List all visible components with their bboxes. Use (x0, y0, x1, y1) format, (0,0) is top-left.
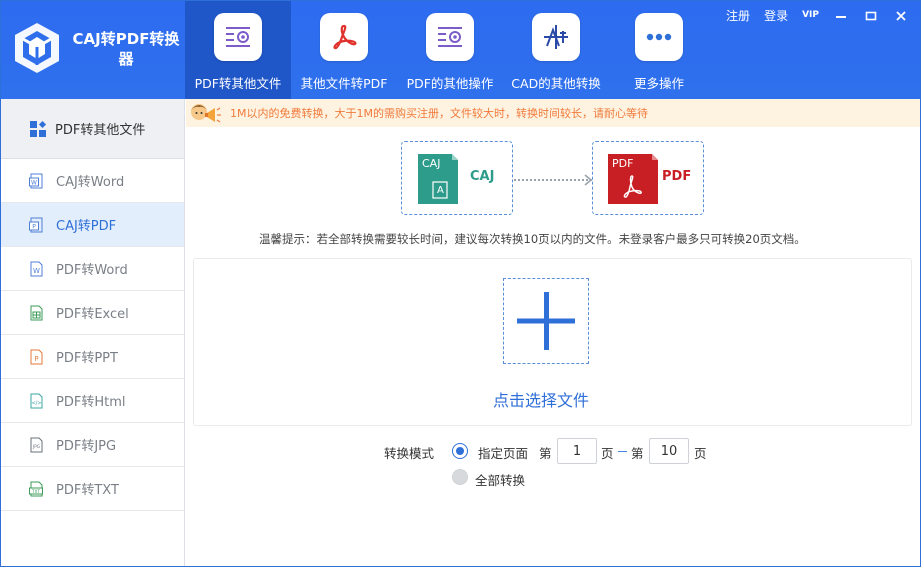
range-dash (618, 451, 627, 452)
cad-drawing-icon (532, 13, 580, 61)
all-pages-radio[interactable] (452, 469, 468, 485)
login-link[interactable]: 登录 (757, 3, 795, 28)
sidebar-item-pdf-to-word[interactable]: W PDF转Word (1, 247, 184, 291)
nav-label: 其他文件转PDF (300, 76, 388, 91)
sidebar-header-label: PDF转其他文件 (55, 123, 146, 138)
add-file-button[interactable] (503, 278, 589, 364)
word-file-icon: W (29, 173, 43, 188)
nav-label: PDF转其他文件 (194, 76, 282, 91)
target-format-box: PDF PDF (592, 141, 704, 215)
sidebar-item-label: CAJ转PDF (56, 219, 117, 234)
pdf-file-icon: P (29, 217, 43, 232)
word-file-icon: W (30, 261, 43, 276)
svg-text:W: W (33, 267, 40, 275)
svg-text:W: W (31, 179, 37, 186)
app-logo-icon (15, 23, 59, 73)
target-label: PDF (662, 169, 692, 184)
sidebar-item-label: PDF转Excel (56, 307, 129, 322)
target-badge: PDF (612, 157, 634, 170)
nav-label: PDF的其他操作 (406, 76, 494, 91)
sidebar-item-caj-to-word[interactable]: W CAJ转Word (1, 159, 184, 203)
window-controls: 注册 登录 VIP (719, 3, 916, 28)
nav-pdf-other-ops[interactable]: PDF的其他操作 (397, 1, 503, 99)
acrobat-pdf-icon (320, 13, 368, 61)
to-page-input[interactable] (649, 438, 689, 464)
svg-text:P: P (32, 223, 36, 230)
svg-text:TXT: TXT (31, 488, 40, 493)
maximize-icon (865, 11, 877, 20)
excel-file-icon (30, 305, 43, 320)
mascot-megaphone-icon (191, 104, 221, 123)
pdf-settings-gear-icon (426, 13, 474, 61)
source-badge: CAJ (422, 157, 441, 170)
sidebar-item-pdf-to-html[interactable]: </> PDF转Html (1, 379, 184, 423)
to-page-prefix: 第 (631, 446, 644, 461)
app-window: CAJ转PDF转换器 PDF转其他文件 其他文件转PDF PDF的其他操作 CA… (0, 0, 921, 567)
sidebar-item-pdf-to-ppt[interactable]: P PDF转PPT (1, 335, 184, 379)
nav-label: CAD的其他转换 (511, 76, 601, 91)
close-button[interactable] (886, 6, 916, 26)
choose-file-link[interactable]: 点击选择文件 (493, 387, 589, 411)
source-letter: A (437, 185, 444, 196)
sidebar-item-label: PDF转Word (56, 263, 128, 278)
caj-file-icon (418, 154, 458, 204)
warm-tip-text: 温馨提示：若全部转换需要较长时间，建议每次转换10页以内的文件。未登录客户最多只… (259, 232, 806, 246)
maximize-button[interactable] (856, 6, 886, 26)
nav-other-to-pdf[interactable]: 其他文件转PDF (291, 1, 397, 99)
specified-pages-radio[interactable] (452, 443, 468, 459)
header-bar: CAJ转PDF转换器 PDF转其他文件 其他文件转PDF PDF的其他操作 CA… (1, 1, 920, 99)
sidebar-item-caj-to-pdf[interactable]: P CAJ转PDF (1, 203, 184, 247)
vip-label: VIP (802, 10, 819, 20)
all-pages-label: 全部转换 (475, 473, 526, 488)
sidebar-item-label: PDF转TXT (56, 483, 119, 498)
register-link[interactable]: 注册 (719, 3, 757, 28)
app-title: CAJ转PDF转换器 (72, 30, 180, 68)
nav-pdf-to-other[interactable]: PDF转其他文件 (185, 1, 291, 99)
sidebar-item-label: CAJ转Word (56, 175, 125, 190)
close-icon (896, 10, 906, 21)
sidebar-item-pdf-to-excel[interactable]: PDF转Excel (1, 291, 184, 335)
html-file-icon: </> (30, 393, 43, 408)
convert-arrow (514, 179, 592, 181)
notice-text: 1M以内的免费转换，大于1M的需购买注册，文件较大时，转换时间较长，请耐心等待 (230, 107, 648, 120)
nav-label: 更多操作 (633, 76, 684, 91)
main-nav: PDF转其他文件 其他文件转PDF PDF的其他操作 CAD的其他转换 更多操作 (185, 1, 709, 99)
ppt-file-icon: P (30, 349, 43, 364)
more-dots-icon (635, 13, 683, 61)
source-format-box: CAJ A CAJ (401, 141, 513, 215)
from-page-input[interactable] (557, 438, 597, 464)
svg-text:JPG: JPG (32, 444, 40, 449)
svg-text:P: P (34, 355, 38, 363)
from-page-prefix: 第 (539, 446, 552, 461)
conversion-mode-label: 转换模式 (384, 446, 435, 461)
to-page-suffix: 页 (694, 446, 707, 461)
nav-cad-ops[interactable]: CAD的其他转换 (503, 1, 609, 99)
sidebar: PDF转其他文件 W CAJ转Word P CAJ转PDF W PDF转Word… (1, 99, 185, 566)
nav-more-ops[interactable]: 更多操作 (609, 1, 709, 99)
from-page-suffix: 页 (601, 446, 614, 461)
pdf-convert-gear-icon (214, 13, 262, 61)
jpg-file-icon: JPG (30, 437, 43, 452)
txt-file-icon: TXT (29, 481, 43, 496)
svg-text:</>: </> (31, 400, 41, 406)
source-label: CAJ (470, 169, 495, 184)
grid-apps-icon (30, 120, 47, 137)
sidebar-item-label: PDF转PPT (56, 351, 118, 366)
specified-pages-label: 指定页面 (478, 446, 529, 461)
minimize-button[interactable] (826, 6, 856, 26)
sidebar-item-pdf-to-jpg[interactable]: JPG PDF转JPG (1, 423, 184, 467)
sidebar-item-pdf-to-txt[interactable]: TXT PDF转TXT (1, 467, 184, 511)
vip-icon[interactable]: VIP (795, 7, 826, 24)
plus-icon (517, 292, 575, 350)
sidebar-item-label: PDF转JPG (56, 439, 117, 454)
notice-bar: 1M以内的免费转换，大于1M的需购买注册，文件较大时，转换时间较长，请耐心等待 (186, 99, 920, 127)
sidebar-header: PDF转其他文件 (1, 99, 184, 159)
minimize-icon (836, 15, 846, 18)
sidebar-item-label: PDF转Html (56, 395, 126, 410)
